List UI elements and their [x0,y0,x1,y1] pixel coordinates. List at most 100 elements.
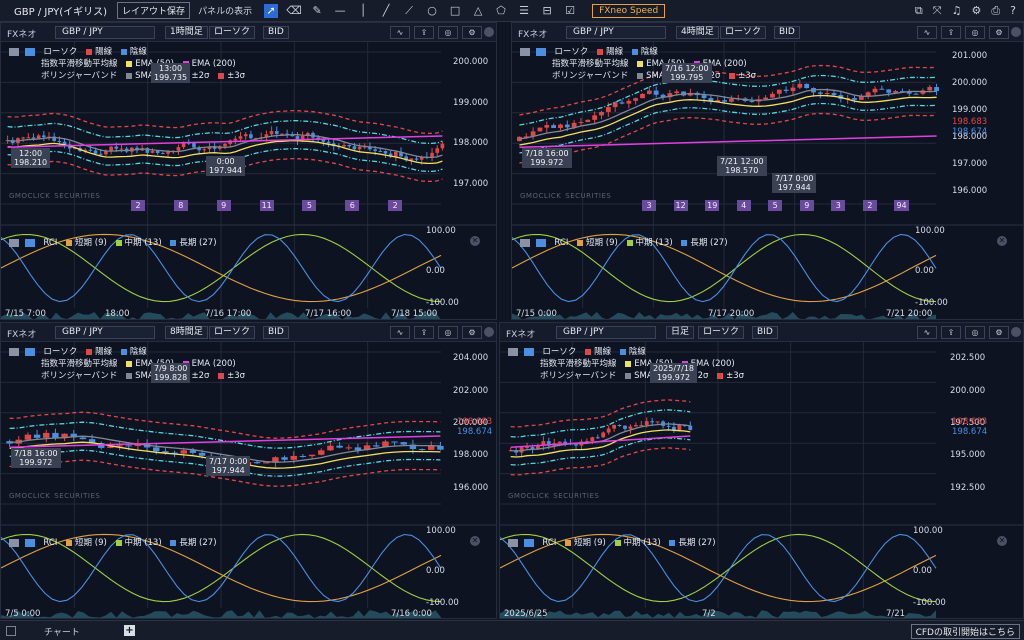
chat-icon[interactable] [508,538,518,547]
rci-legend: RCI 短期 (9) 中期 (13) 長期 (27) [508,536,716,548]
chat-icon[interactable] [520,47,530,56]
trend-line-icon[interactable]: ╱ [379,4,393,18]
chat-icon[interactable] [520,238,530,247]
event-badge[interactable]: 6 [345,200,360,211]
rci-close-icon[interactable]: ✕ [470,236,480,246]
collapse-icon[interactable] [24,238,35,247]
bb-legend: ボリンジャーバンド SMA (20) ±2σ ±3σ [552,71,757,81]
settings-icon[interactable]: ⚙ [971,4,981,18]
eraser-all-icon[interactable]: ✎ [310,4,324,18]
chat-icon[interactable] [9,347,19,356]
ask-price: 198.674 [457,427,493,437]
rectangle-icon[interactable]: □ [448,4,462,18]
event-badge[interactable]: 4 [736,200,751,211]
event-badge[interactable]: 5 [302,200,317,211]
event-badge[interactable]: 2 [131,200,145,211]
layout-save-button[interactable]: レイアウト保存 [117,2,191,19]
event-badge[interactable]: 3 [831,200,846,211]
tab-chart[interactable]: チャート [44,625,80,638]
bb-legend: ボリンジャーバンド SMA (20) ±2σ ±3σ [41,71,246,81]
ema-legend: 指数平滑移動平均線 EMA (50) EMA (200) [41,59,236,69]
candle [817,92,823,94]
triangle-icon[interactable]: △ [471,4,485,18]
candle [243,134,248,137]
candle [564,124,570,128]
bid-price: 198.683 [457,417,493,427]
event-badge[interactable]: 3 [642,200,656,211]
candle [770,93,775,98]
panel-display-menu[interactable]: パネルの表示 [198,4,252,17]
chat-icon[interactable] [9,47,19,56]
candle [233,138,238,141]
y-axis-tick: 204.000 [453,353,489,364]
candle [865,92,871,97]
circle-icon[interactable]: ○ [425,4,439,18]
event-badge[interactable]: 12 [673,200,688,211]
collapse-icon[interactable] [535,47,546,56]
candle [590,437,595,442]
candle [373,445,380,447]
candle [617,424,622,426]
candle [249,134,253,139]
collapse-icon[interactable] [535,238,546,247]
candle [299,455,307,457]
event-badge[interactable]: 9 [216,200,231,211]
rci-axis-tick: 100.00 [426,526,456,536]
event-badge[interactable]: 5 [768,200,783,211]
collapse-icon[interactable] [24,47,35,56]
help-icon[interactable]: ? [1010,4,1016,18]
x-axis-tick: 7/15 7:00 [5,309,46,319]
chat-icon[interactable] [9,538,19,547]
event-badge[interactable]: 11 [259,200,274,211]
collapse-icon[interactable] [24,538,35,547]
dropdown-icon[interactable]: ☑ [563,4,577,18]
candle [428,445,435,450]
fibonacci-icon[interactable]: ☰ [517,4,531,18]
bell-icon[interactable]: ♫ [952,4,962,18]
horizontal-line-icon[interactable]: — [333,4,347,18]
candle [640,93,645,99]
print-icon[interactable]: ⎙ [991,4,1000,18]
candle [394,151,398,157]
cursor-icon[interactable]: ➚ [264,3,279,18]
window-title: GBP / JPY(イギリス) [14,7,108,18]
bid-price: 198.683 [952,117,988,127]
collapse-icon[interactable] [523,347,534,356]
candle [722,100,727,102]
ray-line-icon[interactable]: ⟋ [402,4,416,18]
polygon-icon[interactable]: ⬠ [494,4,508,18]
rci-close-icon[interactable]: ✕ [997,536,1007,546]
event-badge[interactable]: 8 [173,200,188,211]
collapse-icon[interactable] [523,538,534,547]
vertical-line-icon[interactable]: │ [356,4,370,18]
rci-close-icon[interactable]: ✕ [470,536,480,546]
main-legend: ローソク 陽線 陰線 [9,45,147,57]
candle [336,445,343,448]
rci-close-icon[interactable]: ✕ [997,236,1007,246]
candle [24,434,32,440]
price-label: 13:00 199.735 [151,63,191,83]
event-badge[interactable]: 2 [862,200,877,211]
fxneo-speed-button[interactable]: FXneo Speed [592,3,666,18]
event-badge[interactable]: 94 [894,200,909,211]
chat-icon[interactable] [9,238,19,247]
window-restore-icon[interactable]: ⧉ [915,4,923,18]
candle [674,91,680,94]
collapse-icon[interactable] [24,347,35,356]
eraser-icon[interactable]: ⌫ [286,4,302,18]
event-badge[interactable]: 9 [799,200,814,211]
cfd-start-link[interactable]: CFDの取引開始はこちら [910,624,1020,639]
x-axis-tick: 7/2 [702,609,716,619]
y-axis-tick: 200.000 [453,57,489,68]
chat-icon[interactable] [508,347,518,356]
panel-grid-icon[interactable] [6,626,16,636]
candle [852,98,857,100]
event-badge[interactable]: 19 [705,200,720,211]
fullscreen-icon[interactable]: ⤧ [933,4,942,18]
event-badge[interactable]: 2 [388,200,403,211]
text-icon[interactable]: ⊟ [540,4,554,18]
add-tab-button[interactable]: + [124,625,135,636]
candle [52,432,59,438]
main-legend: ローソク 陽線 陰線 [9,345,147,357]
candle [639,425,644,427]
